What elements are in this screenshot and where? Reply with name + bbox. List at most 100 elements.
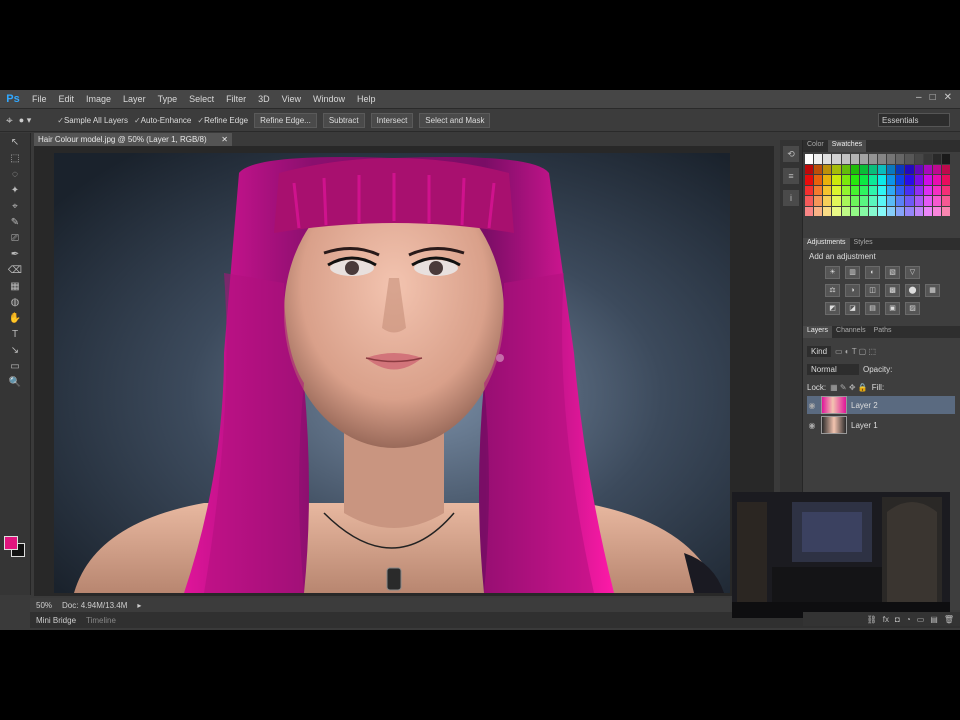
swatch-cell[interactable] xyxy=(932,185,941,195)
swatch-cell[interactable] xyxy=(923,164,932,174)
color-lookup-icon[interactable]: ▦ xyxy=(925,284,940,297)
swatch-cell[interactable] xyxy=(868,175,877,185)
zoom-tool-icon[interactable]: 🔍 xyxy=(4,375,26,389)
swatch-cell[interactable] xyxy=(850,164,859,174)
swatch-cell[interactable] xyxy=(941,164,950,174)
menu-select[interactable]: Select xyxy=(183,94,220,104)
swatch-cell[interactable] xyxy=(814,154,823,164)
workspace-select[interactable]: Essentials xyxy=(878,113,950,127)
swatch-cell[interactable] xyxy=(814,206,823,216)
swatch-cell[interactable] xyxy=(823,164,832,174)
swatch-cell[interactable] xyxy=(832,196,841,206)
menu-edit[interactable]: Edit xyxy=(53,94,81,104)
channel-mixer-icon[interactable]: ⬤ xyxy=(905,284,920,297)
blend-mode-select[interactable]: Normal xyxy=(807,363,859,375)
subtract-button[interactable]: Subtract xyxy=(322,112,365,128)
vibrance-icon[interactable]: ▽ xyxy=(905,266,920,279)
new-layer-icon[interactable]: ▤ xyxy=(930,615,938,624)
swatch-cell[interactable] xyxy=(905,175,914,185)
swatch-cell[interactable] xyxy=(887,164,896,174)
swatch-cell[interactable] xyxy=(805,175,814,185)
properties-icon[interactable]: ≡ xyxy=(783,168,799,184)
timeline-tab[interactable]: Timeline xyxy=(86,616,116,625)
swatch-cell[interactable] xyxy=(914,175,923,185)
swatch-cell[interactable] xyxy=(868,196,877,206)
swatch-cell[interactable] xyxy=(878,175,887,185)
swatch-cell[interactable] xyxy=(859,196,868,206)
filter-icons[interactable]: ▭ ◐ T ▢ ⬚ xyxy=(835,347,876,356)
black-white-icon[interactable]: ◫ xyxy=(865,284,880,297)
brush-tool-icon[interactable]: ✎ xyxy=(4,215,26,229)
tab-channels[interactable]: Channels xyxy=(832,326,870,338)
visibility-icon[interactable]: ◉ xyxy=(807,401,817,410)
swatch-cell[interactable] xyxy=(823,196,832,206)
layer-style-icon[interactable]: fx xyxy=(883,615,889,624)
swatch-cell[interactable] xyxy=(896,206,905,216)
swatch-cell[interactable] xyxy=(878,154,887,164)
swatch-cell[interactable] xyxy=(850,185,859,195)
clone-stamp-tool-icon[interactable]: ⎚ xyxy=(4,231,26,245)
swatch-cell[interactable] xyxy=(914,185,923,195)
adjustment-layer-icon[interactable]: ◔ xyxy=(906,615,911,624)
selective-color-icon[interactable]: ▣ xyxy=(885,302,900,315)
sample-all-layers-checkbox[interactable]: Sample All Layers xyxy=(57,116,128,125)
maximize-button[interactable]: □ xyxy=(930,92,936,103)
swatch-cell[interactable] xyxy=(887,175,896,185)
select-mask-button[interactable]: Select and Mask xyxy=(419,112,491,128)
swatch-cell[interactable] xyxy=(832,206,841,216)
swatch-cell[interactable] xyxy=(923,196,932,206)
swatch-cell[interactable] xyxy=(850,196,859,206)
intersect-button[interactable]: Intersect xyxy=(370,112,414,128)
menu-view[interactable]: View xyxy=(276,94,307,104)
refine-edge-button[interactable]: Refine Edge... xyxy=(254,112,317,128)
lock-icons[interactable]: ▦ ✎ ✥ 🔒 xyxy=(830,383,868,392)
threshold-icon[interactable]: ▤ xyxy=(865,302,880,315)
swatch-cell[interactable] xyxy=(905,154,914,164)
magic-wand-tool-icon[interactable]: ✦ xyxy=(4,183,26,197)
swatch-cell[interactable] xyxy=(896,185,905,195)
swatch-cell[interactable] xyxy=(832,154,841,164)
swatch-cell[interactable] xyxy=(850,175,859,185)
curves-icon[interactable]: ◐ xyxy=(865,266,880,279)
swatch-cell[interactable] xyxy=(914,206,923,216)
refine-edge-checkbox[interactable]: Refine Edge xyxy=(197,116,248,125)
swatch-cell[interactable] xyxy=(868,185,877,195)
foreground-color-swatch[interactable] xyxy=(4,536,18,550)
swatches-grid[interactable] xyxy=(805,154,950,216)
swatch-cell[interactable] xyxy=(932,196,941,206)
swatch-cell[interactable] xyxy=(887,206,896,216)
tab-adjustments[interactable]: Adjustments xyxy=(803,238,850,250)
swatch-cell[interactable] xyxy=(814,175,823,185)
kind-filter-select[interactable]: Kind xyxy=(807,345,832,357)
menu-filter[interactable]: Filter xyxy=(220,94,252,104)
swatch-cell[interactable] xyxy=(823,185,832,195)
swatch-cell[interactable] xyxy=(932,175,941,185)
minimize-button[interactable]: – xyxy=(916,92,922,103)
swatch-cell[interactable] xyxy=(941,175,950,185)
menu-type[interactable]: Type xyxy=(152,94,184,104)
levels-icon[interactable]: ▥ xyxy=(845,266,860,279)
swatch-cell[interactable] xyxy=(841,175,850,185)
type-tool-icon[interactable]: T xyxy=(4,327,26,341)
gradient-tool-icon[interactable]: ▦ xyxy=(4,279,26,293)
posterize-icon[interactable]: ◪ xyxy=(845,302,860,315)
new-group-icon[interactable]: ▭ xyxy=(917,615,925,624)
swatch-cell[interactable] xyxy=(941,196,950,206)
menu-file[interactable]: File xyxy=(26,94,53,104)
swatch-cell[interactable] xyxy=(841,154,850,164)
swatch-cell[interactable] xyxy=(932,206,941,216)
swatch-cell[interactable] xyxy=(905,185,914,195)
swatch-cell[interactable] xyxy=(832,185,841,195)
tab-paths[interactable]: Paths xyxy=(870,326,896,338)
menu-layer[interactable]: Layer xyxy=(117,94,152,104)
swatch-cell[interactable] xyxy=(859,154,868,164)
swatch-cell[interactable] xyxy=(814,164,823,174)
swatch-cell[interactable] xyxy=(841,185,850,195)
swatch-cell[interactable] xyxy=(805,154,814,164)
pen-tool-icon[interactable]: ✒ xyxy=(4,247,26,261)
swatch-cell[interactable] xyxy=(859,164,868,174)
crop-tool-icon[interactable]: ⌖ xyxy=(4,199,26,213)
lasso-tool-icon[interactable]: ◌ xyxy=(4,167,26,181)
layer-row[interactable]: ◉ Layer 2 xyxy=(807,396,955,414)
move-tool-icon[interactable]: ↖ xyxy=(4,135,26,149)
